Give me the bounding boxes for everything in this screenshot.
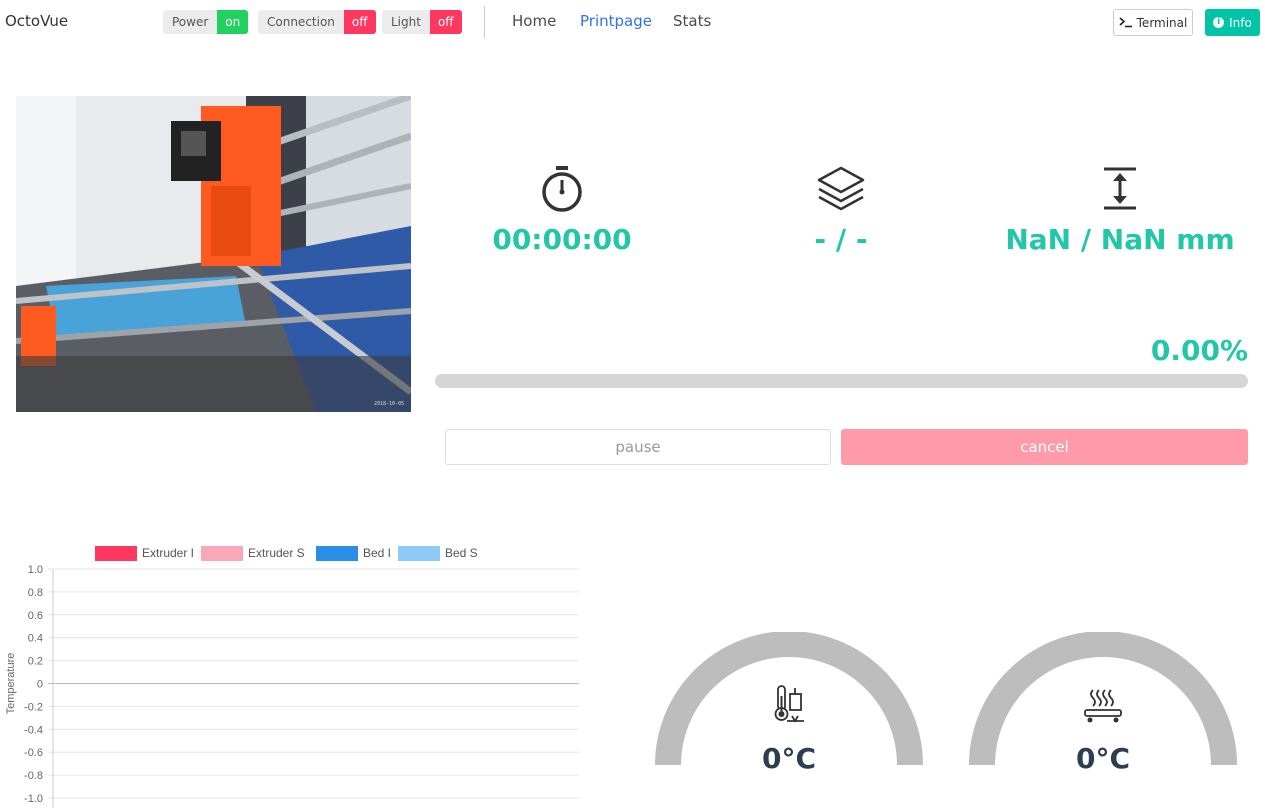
legend-label: Extruder S — [248, 546, 305, 560]
connection-toggle-state: off — [343, 10, 376, 34]
power-toggle[interactable]: Power on — [163, 10, 249, 34]
legend-swatch — [201, 546, 243, 561]
extruder-gauge: 0°C — [654, 631, 924, 808]
nav-printpage[interactable]: Printpage — [580, 12, 652, 30]
light-toggle-state: off — [429, 10, 462, 34]
pause-button[interactable]: pause — [445, 429, 831, 465]
y-tick-label: 1.0 — [28, 564, 43, 576]
legend-swatch — [316, 546, 358, 561]
power-toggle-label: Power — [163, 10, 218, 34]
bed-temp-value: 0°C — [1075, 742, 1131, 775]
y-tick-label: -1.0 — [24, 793, 43, 805]
stopwatch-icon — [542, 166, 582, 212]
y-axis-label: Temperature — [5, 653, 17, 715]
legend-label: Extruder I — [142, 546, 194, 560]
height-arrows-icon — [1104, 167, 1136, 210]
bed-gauge: 0°C — [968, 631, 1238, 808]
connection-toggle-label: Connection — [258, 10, 344, 34]
progress-percent: 0.00% — [1150, 334, 1248, 367]
legend-swatch — [398, 546, 440, 561]
progress-bar — [435, 374, 1248, 388]
extruder-temp-value: 0°C — [761, 742, 817, 775]
nav-stats[interactable]: Stats — [673, 12, 711, 30]
extruder-thermometer-icon — [774, 685, 804, 723]
y-tick-label: -0.6 — [24, 747, 43, 759]
connection-toggle[interactable]: Connection off — [258, 10, 376, 34]
heated-bed-icon — [1084, 689, 1122, 723]
light-toggle[interactable]: Light off — [382, 10, 462, 34]
print-time-stat: 00:00:00 — [432, 165, 692, 256]
layers-icon — [817, 166, 865, 211]
nav-home[interactable]: Home — [512, 12, 556, 30]
brand-title: OctoVue — [5, 12, 69, 30]
y-tick-label: -0.4 — [24, 724, 43, 736]
layer-value: - / - — [814, 223, 868, 256]
cancel-button[interactable]: cancel — [841, 429, 1248, 465]
y-tick-label: 0.8 — [28, 587, 43, 599]
y-tick-label: 0.4 — [28, 633, 43, 645]
webcam-stream: 2018-10-05 — [16, 96, 411, 412]
info-button-label: Info — [1229, 15, 1252, 30]
legend-swatch — [95, 546, 137, 561]
height-value: NaN / NaN mm — [1005, 223, 1235, 256]
info-icon: i — [1213, 17, 1225, 28]
y-tick-label: 0.6 — [28, 610, 43, 622]
light-toggle-label: Light — [382, 10, 430, 34]
print-time-value: 00:00:00 — [492, 223, 632, 256]
terminal-button-label: Terminal — [1136, 15, 1188, 30]
terminal-icon — [1119, 17, 1132, 28]
info-button[interactable]: i Info — [1205, 9, 1260, 36]
legend-label: Bed S — [445, 546, 478, 560]
power-toggle-state: on — [217, 10, 249, 34]
height-stat: NaN / NaN mm — [990, 165, 1250, 256]
legend-label: Bed I — [363, 546, 391, 560]
y-tick-label: -0.2 — [24, 701, 43, 713]
terminal-button[interactable]: Terminal — [1113, 9, 1193, 36]
y-tick-label: 0.2 — [28, 656, 43, 668]
temperature-chart: Extruder I Extruder S Bed I Bed S 1.0 0.8 0.6 0… — [0, 538, 590, 808]
navbar-divider — [484, 6, 485, 38]
layer-stat: - / - — [711, 165, 971, 256]
svg-text:2018-10-05: 2018-10-05 — [374, 401, 404, 407]
y-tick-label: 0 — [37, 679, 43, 691]
navbar: OctoVue Power on Connection off Light of… — [0, 0, 1265, 44]
y-tick-label: -0.8 — [24, 770, 43, 782]
